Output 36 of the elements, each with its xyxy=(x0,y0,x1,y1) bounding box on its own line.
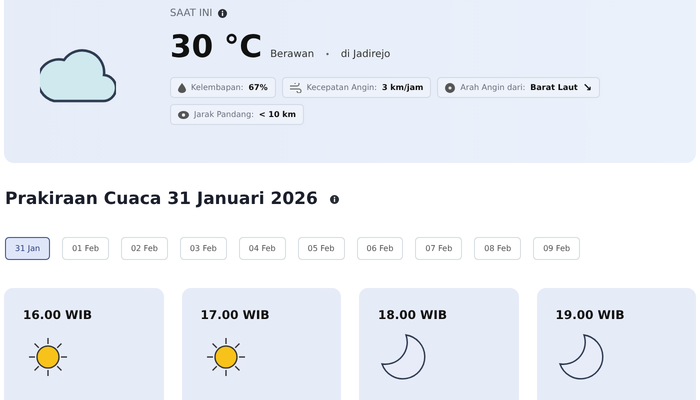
date-tab[interactable]: 04 Feb xyxy=(238,237,286,260)
date-tab[interactable]: 08 Feb xyxy=(474,237,522,260)
detail-label: Jarak Pandang: xyxy=(194,110,254,119)
eye-icon xyxy=(178,110,189,118)
detail-label: Kecepatan Angin: xyxy=(306,83,377,92)
moon-icon xyxy=(378,332,428,382)
hour-time: 18.00 WIB xyxy=(378,308,448,322)
detail-label: Kelembapan: xyxy=(191,83,244,92)
date-tab[interactable]: 05 Feb xyxy=(298,237,345,260)
detail-value: Barat Laut xyxy=(530,83,578,92)
date-tab[interactable]: 07 Feb xyxy=(415,237,462,260)
date-tab[interactable]: 02 Feb xyxy=(120,237,168,260)
detail-value: < 10 km xyxy=(258,110,296,119)
hour-time: 19.00 WIB xyxy=(556,308,626,322)
hour-time: 16.00 WIB xyxy=(23,308,93,322)
forecast-title: Prakiraan Cuaca 31 Januari 2026 xyxy=(5,189,318,209)
drop-icon xyxy=(178,82,186,92)
detail-value: 3 km/jam xyxy=(382,83,424,92)
date-tab[interactable]: 06 Feb xyxy=(356,237,404,260)
temperature: 30 °C xyxy=(170,29,262,65)
date-tab[interactable]: 03 Feb xyxy=(180,237,227,260)
detail-value: 67% xyxy=(248,83,268,92)
info-icon xyxy=(218,9,228,18)
date-tab[interactable]: 01 Feb xyxy=(62,237,109,260)
hour-time: 17.00 WIB xyxy=(200,308,270,322)
wind-icon xyxy=(290,82,302,92)
detail-label: Arah Angin dari: xyxy=(460,83,526,92)
arrow-icon: ↘ xyxy=(582,81,592,94)
info-icon xyxy=(330,194,339,204)
separator: • xyxy=(325,50,330,59)
date-tab[interactable]: 31 Jan xyxy=(5,237,50,260)
condition: Berawan xyxy=(270,49,314,60)
date-tab[interactable]: 09 Feb xyxy=(533,237,580,260)
compass-icon xyxy=(445,82,456,92)
location: di Jadirejo xyxy=(340,49,390,60)
section-label: SAAT INI xyxy=(170,8,212,19)
